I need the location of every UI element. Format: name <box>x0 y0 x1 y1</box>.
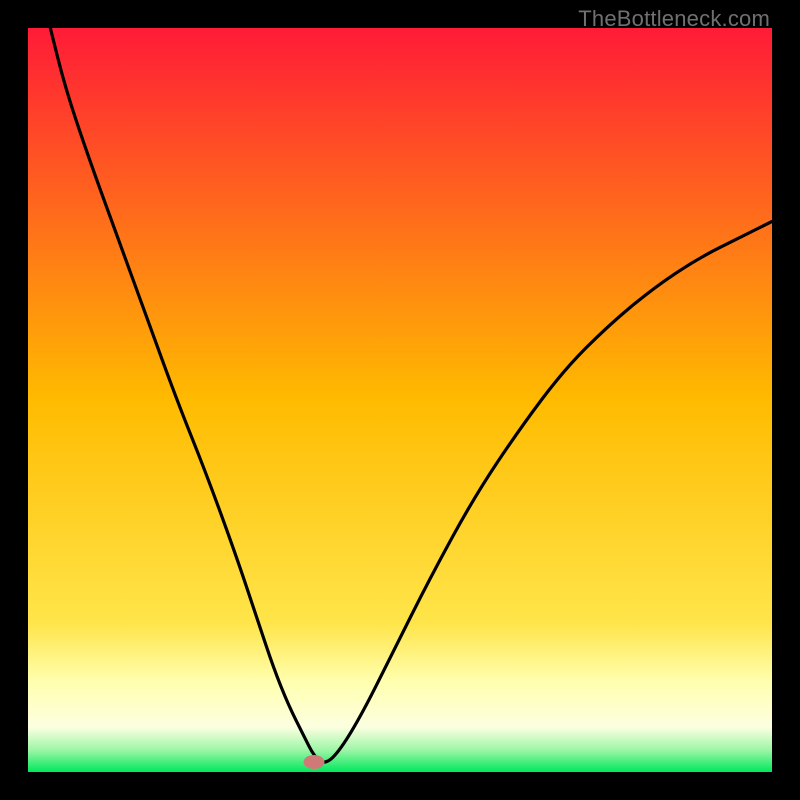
optimal-point-marker <box>304 755 325 769</box>
plot-frame <box>28 28 772 772</box>
bottleneck-curve <box>50 28 772 762</box>
curve-layer <box>28 28 772 772</box>
